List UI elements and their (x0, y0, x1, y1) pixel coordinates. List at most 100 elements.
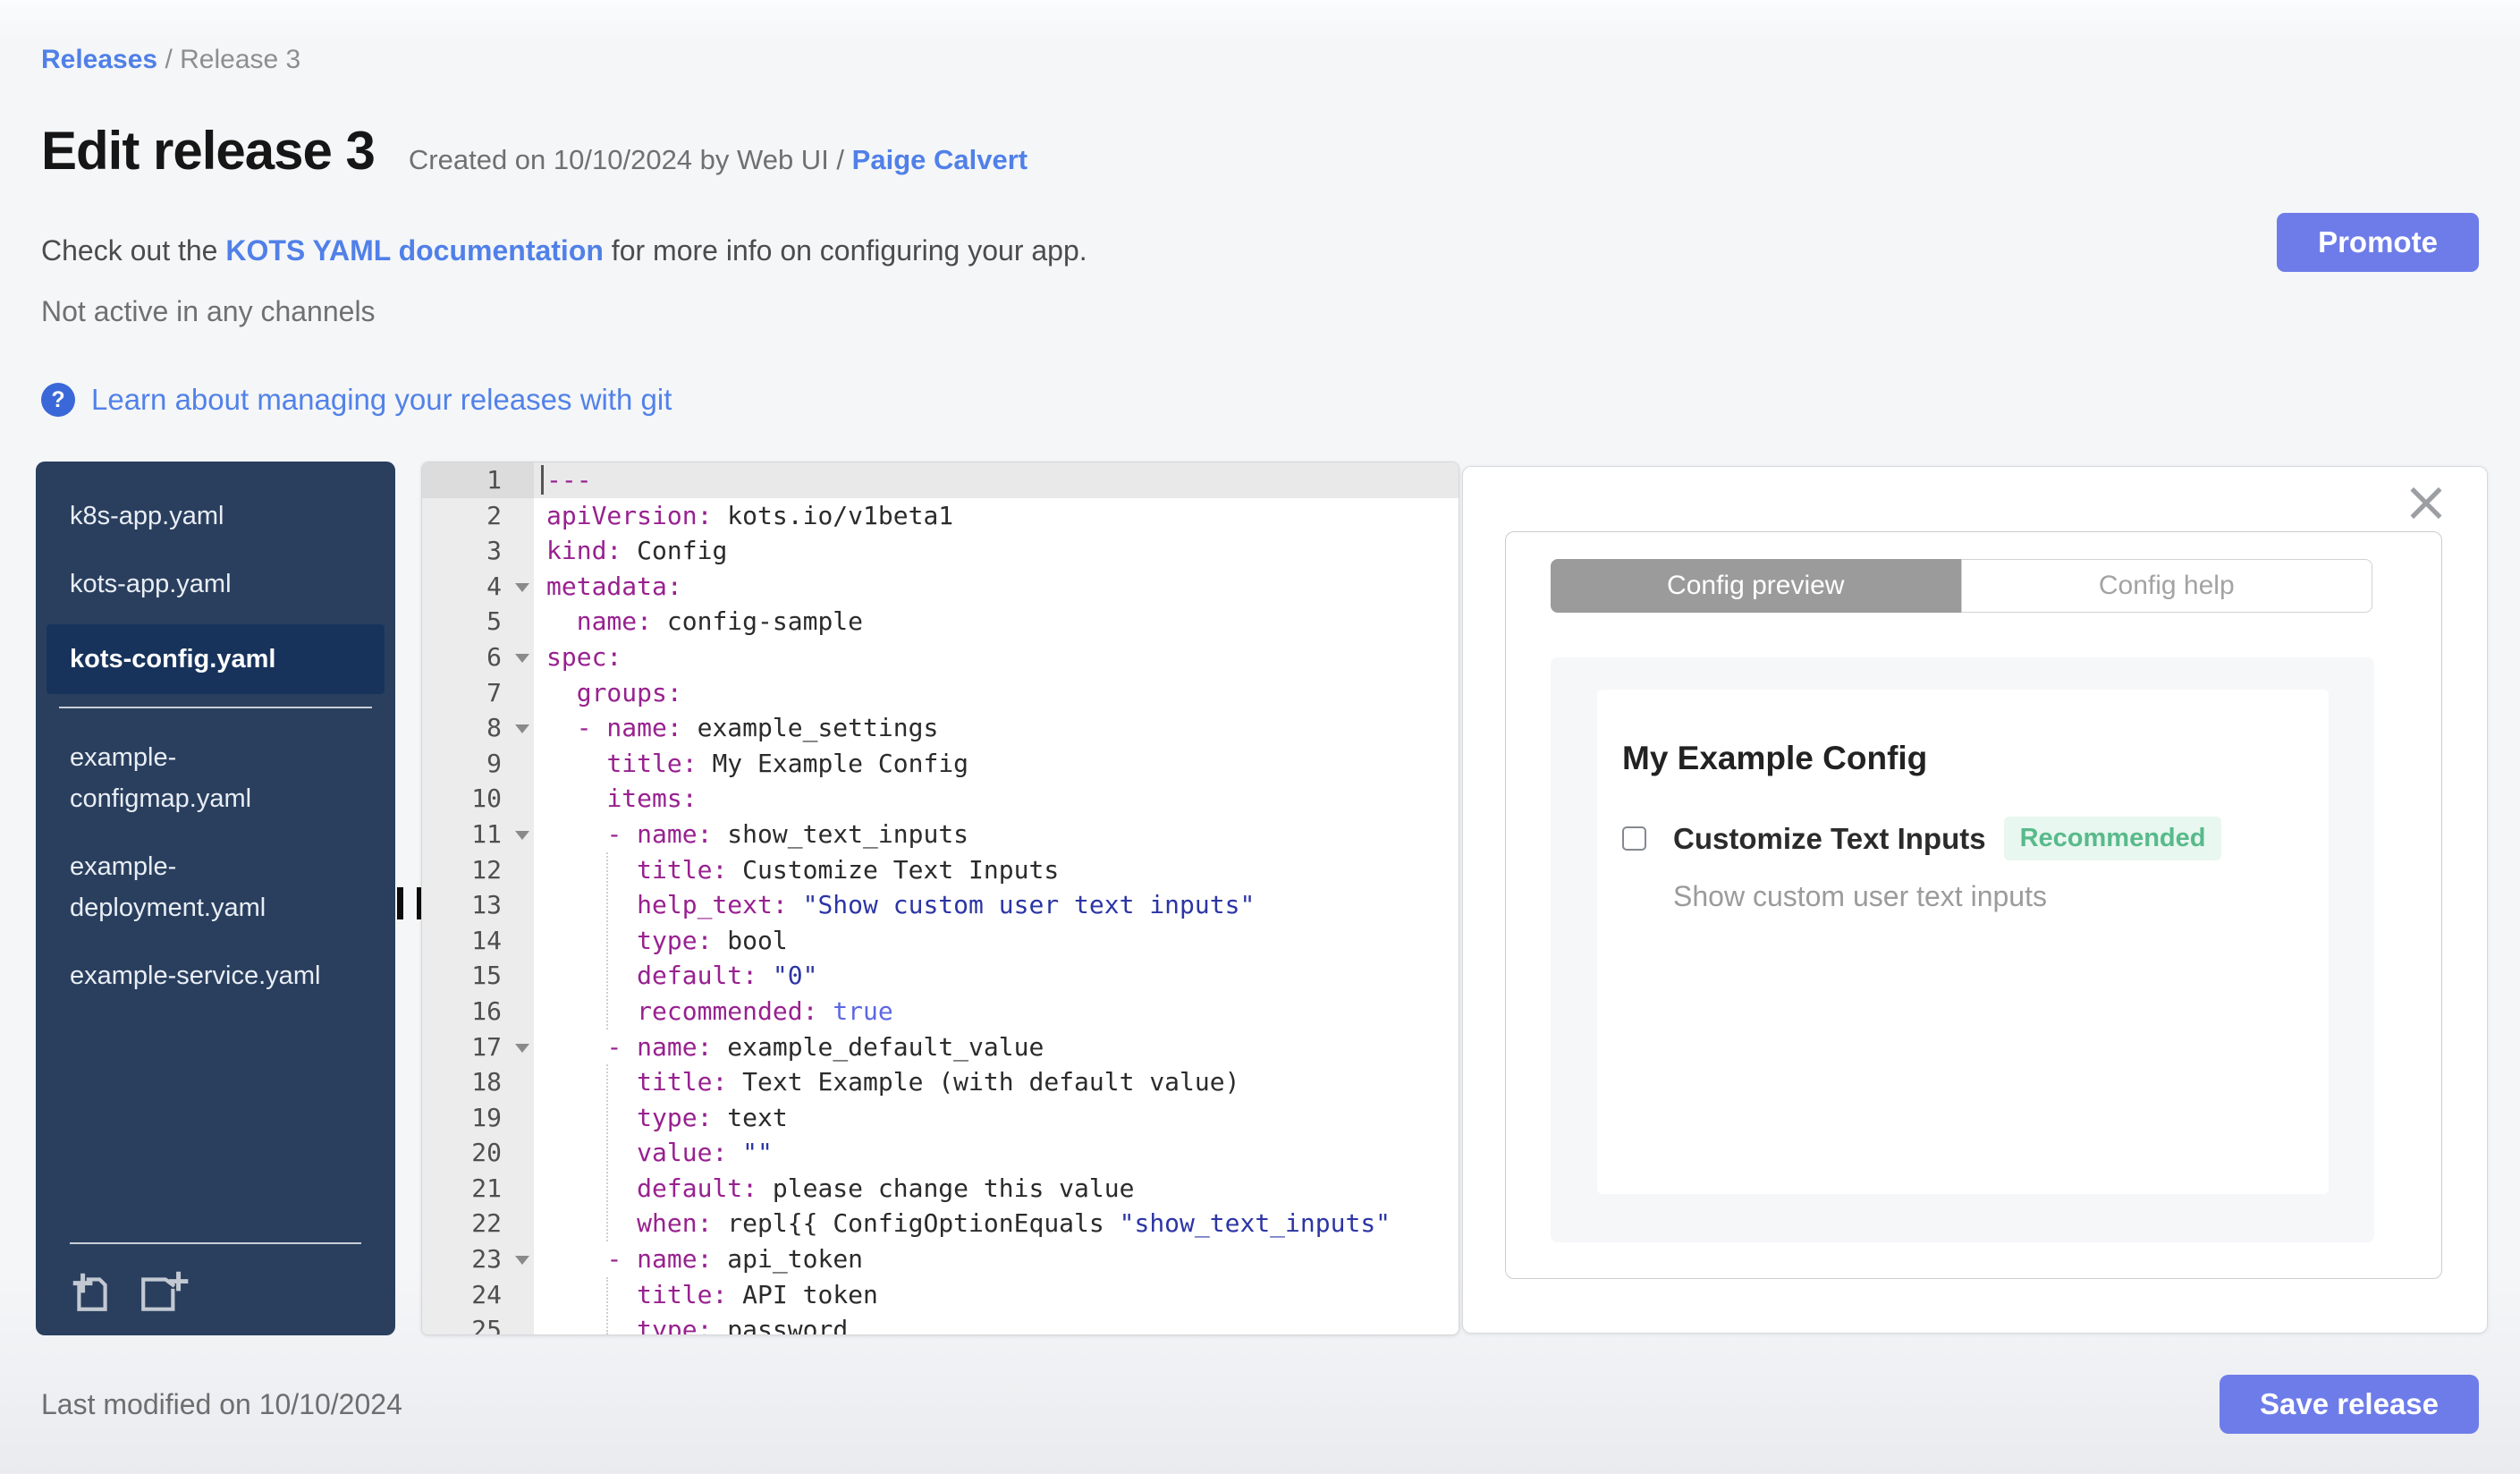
workspace: k8s-app.yaml kots-app.yaml kots-config.yam… (0, 462, 2520, 1335)
question-circle-icon: ? (41, 383, 75, 417)
file-sidebar: k8s-app.yaml kots-app.yaml kots-config.yam… (36, 462, 395, 1335)
yaml-editor[interactable]: 1 --- 2 apiVersion: kots.io/v1beta1 3 kind: C… (421, 462, 1459, 1335)
config-item-help-text: Show custom user text inputs (1673, 880, 2047, 912)
line-number: 9 (486, 748, 502, 778)
fold-caret-icon[interactable] (515, 1256, 529, 1266)
line-number: 13 (471, 890, 502, 920)
preview-content-area: My Example Config Customize Text Inputs … (1551, 657, 2374, 1242)
breadcrumb-releases-link[interactable]: Releases (41, 45, 157, 74)
line-number: 21 (471, 1173, 502, 1203)
line-number: 2 (486, 500, 502, 530)
code-line-18[interactable]: 18 title: Text Example (with default val… (422, 1064, 1459, 1100)
code-line-5[interactable]: 5 name: config-sample (422, 604, 1459, 640)
edit-release-page: Releases / Release 3 Edit release 3 Crea… (0, 0, 2520, 1474)
code-line-22[interactable]: 22 when: repl{{ ConfigOptionEquals "show… (422, 1206, 1459, 1242)
line-number: 23 (471, 1244, 502, 1275)
line-number: 10 (471, 784, 502, 814)
fold-caret-icon[interactable] (515, 724, 529, 734)
code-line-3[interactable]: 3 kind: Config (422, 533, 1459, 569)
title-row: Edit release 3 Created on 10/10/2024 by … (41, 120, 1027, 182)
code-line-25[interactable]: 25 type: password (422, 1312, 1459, 1335)
indent-guide (606, 1064, 608, 1241)
new-file-icon[interactable] (138, 1270, 190, 1315)
breadcrumb-current: Release 3 (180, 45, 301, 74)
line-number: 19 (471, 1102, 502, 1132)
line-number: 8 (486, 713, 502, 743)
code-line-6[interactable]: 6 spec: (422, 639, 1459, 675)
code-line-9[interactable]: 9 title: My Example Config (422, 745, 1459, 782)
code-line-23[interactable]: 23 - name: api_token (422, 1241, 1459, 1277)
sidebar-file-example-configmap-yaml[interactable]: example-configmap.yaml (47, 730, 385, 826)
save-release-button[interactable]: Save release (2220, 1375, 2479, 1434)
sidebar-file-k8s-app-yaml[interactable]: k8s-app.yaml (47, 488, 385, 544)
fold-caret-icon[interactable] (515, 582, 529, 592)
close-icon[interactable]: × (2403, 474, 2449, 529)
text-cursor (541, 465, 544, 495)
doc-info-line: Check out the KOTS YAML documentation fo… (41, 234, 1087, 267)
recommended-badge: Recommended (2003, 817, 2222, 860)
code-lines: 1 --- 2 apiVersion: kots.io/v1beta1 3 kind: C… (422, 462, 1459, 1335)
line-number: 20 (471, 1138, 502, 1168)
code-line-13[interactable]: 13 help_text: "Show custom user text inp… (422, 887, 1459, 923)
line-number: 11 (471, 818, 502, 849)
code-line-12[interactable]: 12 title: Customize Text Inputs (422, 851, 1459, 888)
code-line-14[interactable]: 14 type: bool (422, 922, 1459, 959)
sidebar-editor-resize-handle[interactable] (397, 887, 423, 919)
line-number: 18 (471, 1067, 502, 1097)
config-card: My Example Config Customize Text Inputs … (1597, 690, 2329, 1194)
indent-guide (606, 852, 608, 1029)
indent-guide (606, 1277, 608, 1334)
line-number: 4 (486, 571, 502, 601)
code-line-20[interactable]: 20 value: "" (422, 1135, 1459, 1171)
code-line-2[interactable]: 2 apiVersion: kots.io/v1beta1 (422, 497, 1459, 534)
config-preview-panel: × Config preview Config help My Example … (1462, 466, 2488, 1334)
code-line-24[interactable]: 24 title: API token (422, 1276, 1459, 1313)
sidebar-file-kots-app-yaml[interactable]: kots-app.yaml (47, 556, 385, 612)
code-line-17[interactable]: 17 - name: example_default_value (422, 1029, 1459, 1065)
last-modified-text: Last modified on 10/10/2024 (41, 1388, 402, 1420)
line-number: 5 (486, 606, 502, 637)
kots-yaml-doc-link[interactable]: KOTS YAML documentation (225, 234, 604, 267)
fold-caret-icon[interactable] (515, 1043, 529, 1053)
customize-text-inputs-checkbox[interactable] (1622, 826, 1646, 851)
code-line-8[interactable]: 8 - name: example_settings (422, 710, 1459, 746)
breadcrumb: Releases / Release 3 (41, 45, 300, 75)
line-number: 7 (486, 677, 502, 707)
sidebar-file-example-deployment-yaml[interactable]: example-deployment.yaml (47, 839, 385, 936)
created-meta: Created on 10/10/2024 by Web UI / Paige … (409, 144, 1027, 176)
tab-config-preview[interactable]: Config preview (1551, 559, 1961, 613)
page-title: Edit release 3 (41, 121, 376, 181)
git-help-row: ? Learn about managing your releases wit… (41, 383, 672, 417)
code-line-21[interactable]: 21 default: please change this value (422, 1170, 1459, 1207)
code-line-10[interactable]: 10 items: (422, 781, 1459, 817)
doc-prefix: Check out the (41, 234, 226, 267)
line-number: 24 (471, 1279, 502, 1309)
code-line-7[interactable]: 7 groups: (422, 674, 1459, 711)
fold-caret-icon[interactable] (515, 653, 529, 663)
code-line-11[interactable]: 11 - name: show_text_inputs (422, 816, 1459, 852)
code-line-1[interactable]: 1 --- (422, 462, 1459, 498)
channel-status: Not active in any channels (41, 295, 376, 327)
fold-caret-icon[interactable] (515, 830, 529, 840)
add-file-icon[interactable] (70, 1270, 114, 1315)
line-number: 6 (486, 641, 502, 672)
tab-config-help[interactable]: Config help (1960, 559, 2372, 613)
preview-inner-box: Config preview Config help My Example Co… (1505, 531, 2442, 1279)
line-number: 17 (471, 1031, 502, 1062)
author-link[interactable]: Paige Calvert (852, 144, 1027, 175)
code-line-4[interactable]: 4 metadata: (422, 568, 1459, 605)
line-number: 12 (471, 854, 502, 885)
config-item-label[interactable]: Customize Text Inputs (1673, 822, 1986, 856)
sidebar-divider (59, 707, 372, 708)
promote-button[interactable]: Promote (2277, 213, 2479, 272)
config-group-title: My Example Config (1622, 740, 1928, 776)
line-number: 14 (471, 925, 502, 955)
sidebar-file-example-service-yaml[interactable]: example-service.yaml (47, 948, 385, 1004)
code-line-16[interactable]: 16 recommended: true (422, 993, 1459, 1029)
git-releases-link[interactable]: Learn about managing your releases with … (91, 383, 672, 417)
code-line-19[interactable]: 19 type: text (422, 1099, 1459, 1136)
line-number: 16 (471, 995, 502, 1026)
code-line-15[interactable]: 15 default: "0" (422, 958, 1459, 994)
sidebar-file-kots-config-yaml[interactable]: kots-config.yaml (47, 624, 385, 694)
line-number: 25 (471, 1315, 502, 1335)
